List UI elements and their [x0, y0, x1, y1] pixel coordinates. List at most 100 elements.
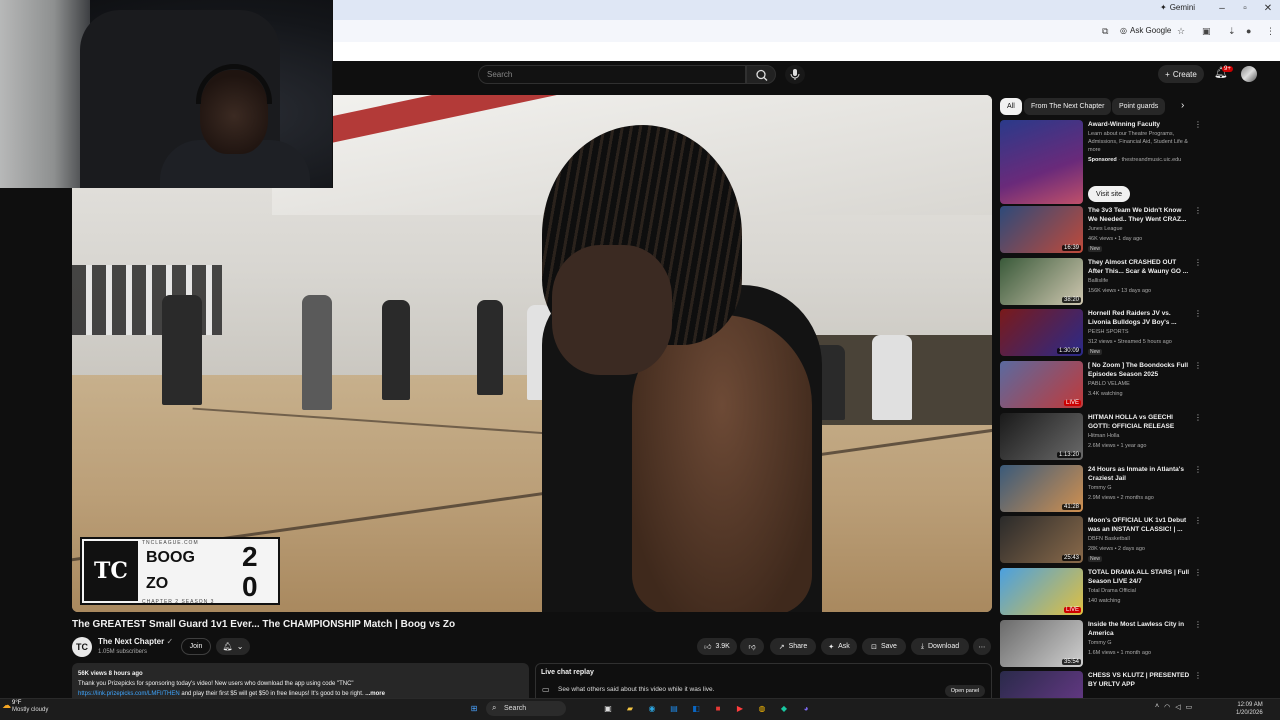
subscribed-bell-button[interactable]: 🔔︎ ⌄ [216, 638, 250, 655]
ad-title[interactable]: Award-Winning Faculty [1088, 120, 1190, 129]
recommendation-item[interactable]: 41:28 24 Hours as Inmate in Atlanta's Cra… [1000, 465, 1202, 513]
recommendation-item[interactable]: 35:54 Inside the Most Lawless City in Ame… [1000, 620, 1202, 668]
recommendation-channel[interactable]: PEISH SPORTS [1088, 329, 1129, 335]
recommendation-item[interactable]: LIVE [ No Zoom ] The Boondocks Full Episo… [1000, 361, 1202, 409]
description-link[interactable]: https://link.prizepicks.com/LMFI/THEN [78, 691, 180, 697]
recommendation-channel[interactable]: Tommy G [1088, 485, 1112, 491]
recommendation-thumbnail[interactable]: LIVE [1000, 568, 1083, 615]
outlook-icon[interactable]: ◧ [689, 702, 703, 715]
open-panel-button[interactable]: Open panel [945, 685, 985, 697]
channel-avatar[interactable]: TC [72, 637, 92, 657]
file-explorer-icon[interactable]: ▰ [623, 702, 637, 715]
search-input[interactable]: Search [478, 65, 746, 84]
more-vertical-icon[interactable]: ⋮ [1194, 465, 1202, 474]
recommendation-thumbnail[interactable]: 35:54 [1000, 620, 1083, 667]
recommendation-thumbnail[interactable]: 1:30:09 [1000, 309, 1083, 356]
download-button[interactable]: ⤓ Download [911, 638, 969, 655]
join-button[interactable]: Join [181, 638, 211, 655]
recommendation-title[interactable]: CHESS VS KLUTZ | PRESENTED BY URLTV APP [1088, 671, 1190, 689]
app-icon[interactable]: ◆ [777, 702, 791, 715]
recommendation-thumbnail[interactable]: 38:20 [1000, 258, 1083, 305]
recommendation-channel[interactable]: Tommy G [1088, 640, 1112, 646]
save-button[interactable]: ⊡ Save [862, 638, 906, 655]
sidepanel-icon[interactable]: ▣ [1202, 26, 1211, 37]
more-vertical-icon[interactable]: ⋮ [1194, 206, 1202, 215]
share-button[interactable]: ↗ Share [770, 638, 816, 655]
downloads-icon[interactable]: ⇣ [1228, 26, 1236, 37]
bookmark-star-icon[interactable]: ☆ [1177, 26, 1185, 37]
visit-site-button[interactable]: Visit site [1088, 186, 1130, 202]
browser-menu-icon[interactable]: ⋮ [1266, 26, 1275, 37]
taskbar-search[interactable]: Search [486, 701, 566, 716]
weather-widget[interactable]: 9°F Mostly cloudy [12, 700, 48, 714]
more-vertical-icon[interactable]: ⋮ [1194, 258, 1202, 267]
recommendation-channel[interactable]: PABLO VELAME [1088, 381, 1130, 387]
more-vertical-icon[interactable]: ⋮ [1194, 516, 1202, 525]
user-avatar[interactable] [1241, 66, 1257, 82]
minimize-icon[interactable]: – [1212, 3, 1232, 14]
recommendation-channel[interactable]: DBFN Basketball [1088, 536, 1130, 542]
youtube-app-icon[interactable]: ▶ [733, 702, 747, 715]
recommendation-title[interactable]: They Almost CRASHED OUT After This... Sc… [1088, 258, 1190, 276]
recommendation-title[interactable]: Hornell Red Raiders JV vs. Livonia Bulld… [1088, 309, 1190, 327]
recommendation-item[interactable]: 1:13:20 HITMAN HOLLA vs GEECHI GOTTI: OFF… [1000, 413, 1202, 461]
recommendation-channel[interactable]: Hitman Holla [1088, 433, 1119, 439]
chrome-icon[interactable]: ◍ [755, 702, 769, 715]
more-vertical-icon[interactable]: ⋮ [1194, 620, 1202, 629]
more-vertical-icon[interactable]: ⋮ [1194, 671, 1202, 680]
taskbar-clock[interactable]: 12:09 AM 1/20/2026 [1236, 701, 1263, 717]
recommendation-title[interactable]: 24 Hours as Inmate in Atlanta's Craziest… [1088, 465, 1190, 483]
recommendation-channel[interactable]: Total Drama Official [1088, 588, 1136, 594]
chip-from-channel[interactable]: From The Next Chapter [1024, 98, 1112, 115]
recommendation-thumbnail[interactable]: LIVE [1000, 361, 1083, 408]
chip-point-guards[interactable]: Point guards [1112, 98, 1166, 115]
windows-start-icon[interactable]: ⊞ [467, 702, 481, 715]
recommendation-item[interactable]: LIVE TOTAL DRAMA ALL STARS | Full Season … [1000, 568, 1202, 616]
recommendation-item[interactable]: 16:39 The 3v3 Team We Didn't Know We Need… [1000, 206, 1202, 254]
recommendation-item[interactable]: 1:30:09 Hornell Red Raiders JV vs. Livoni… [1000, 309, 1202, 357]
recommendation-thumbnail[interactable]: 16:39 [1000, 206, 1083, 253]
gemini-button[interactable]: ✦ Gemini [1160, 3, 1195, 12]
ad-thumbnail[interactable] [1000, 120, 1083, 204]
recommendation-channel[interactable]: Junes League [1088, 226, 1123, 232]
voice-search-button[interactable] [785, 65, 805, 84]
edge-icon[interactable]: ◉ [645, 702, 659, 715]
more-vertical-icon[interactable]: ⋮ [1194, 309, 1202, 318]
recommendation-item[interactable]: 38:20 They Almost CRASHED OUT After This.… [1000, 258, 1202, 306]
system-tray[interactable]: ˄ ◠ ◁ ▭ [1155, 703, 1192, 711]
recommendation-thumbnail[interactable]: 41:28 [1000, 465, 1083, 512]
more-vertical-icon[interactable]: ⋮ [1194, 568, 1202, 577]
discord-icon[interactable]: ◕ [799, 702, 813, 715]
more-vertical-icon[interactable]: ⋮ [1194, 413, 1202, 422]
store-icon[interactable]: ▤ [667, 702, 681, 715]
dislike-button[interactable]: 👎︎ [740, 638, 764, 655]
like-button[interactable]: 👍︎ 3.9K [697, 638, 737, 655]
recommendation-title[interactable]: Moon's OFFICIAL UK 1v1 Debut was an INST… [1088, 516, 1190, 534]
recommendation-title[interactable]: TOTAL DRAMA ALL STARS | Full Season LIVE… [1088, 568, 1190, 586]
more-vertical-icon[interactable]: ⋮ [1194, 120, 1202, 129]
search-button[interactable] [746, 65, 776, 84]
recommendation-channel[interactable]: Ballislife [1088, 278, 1108, 284]
chip-all[interactable]: All [1000, 98, 1022, 115]
ask-button[interactable]: ✦ Ask [821, 638, 857, 655]
recommendation-thumbnail[interactable]: 1:13:20 [1000, 413, 1083, 460]
recommendation-title[interactable]: [ No Zoom ] The Boondocks Full Episodes … [1088, 361, 1190, 379]
install-icon[interactable]: ⧉ [1102, 26, 1108, 37]
ask-google-button[interactable]: ◎ Ask Google [1120, 26, 1171, 35]
recommendation-title[interactable]: HITMAN HOLLA vs GEECHI GOTTI: OFFICIAL R… [1088, 413, 1190, 431]
recommendation-title[interactable]: The 3v3 Team We Didn't Know We Needed.. … [1088, 206, 1190, 224]
close-window-icon[interactable]: ✕ [1258, 3, 1278, 14]
channel-name[interactable]: The Next Chapter ✓ [98, 637, 173, 646]
profile-icon[interactable]: ● [1246, 26, 1251, 36]
show-more-link[interactable]: ...more [365, 691, 385, 697]
recommendation-item[interactable]: 25:43 Moon's OFFICIAL UK 1v1 Debut was an… [1000, 516, 1202, 564]
recommendation-thumbnail[interactable]: 25:43 [1000, 516, 1083, 563]
create-button[interactable]: + Create [1158, 65, 1204, 83]
more-vertical-icon[interactable]: ⋮ [1194, 361, 1202, 370]
recommendation-title[interactable]: Inside the Most Lawless City in America [1088, 620, 1190, 638]
app-icon[interactable]: ■ [711, 702, 725, 715]
more-actions-button[interactable]: ⋯ [973, 638, 991, 655]
maximize-icon[interactable]: ▫ [1235, 3, 1255, 14]
task-view-icon[interactable]: ▣ [601, 702, 615, 715]
chevron-right-icon[interactable]: › [1181, 100, 1184, 111]
